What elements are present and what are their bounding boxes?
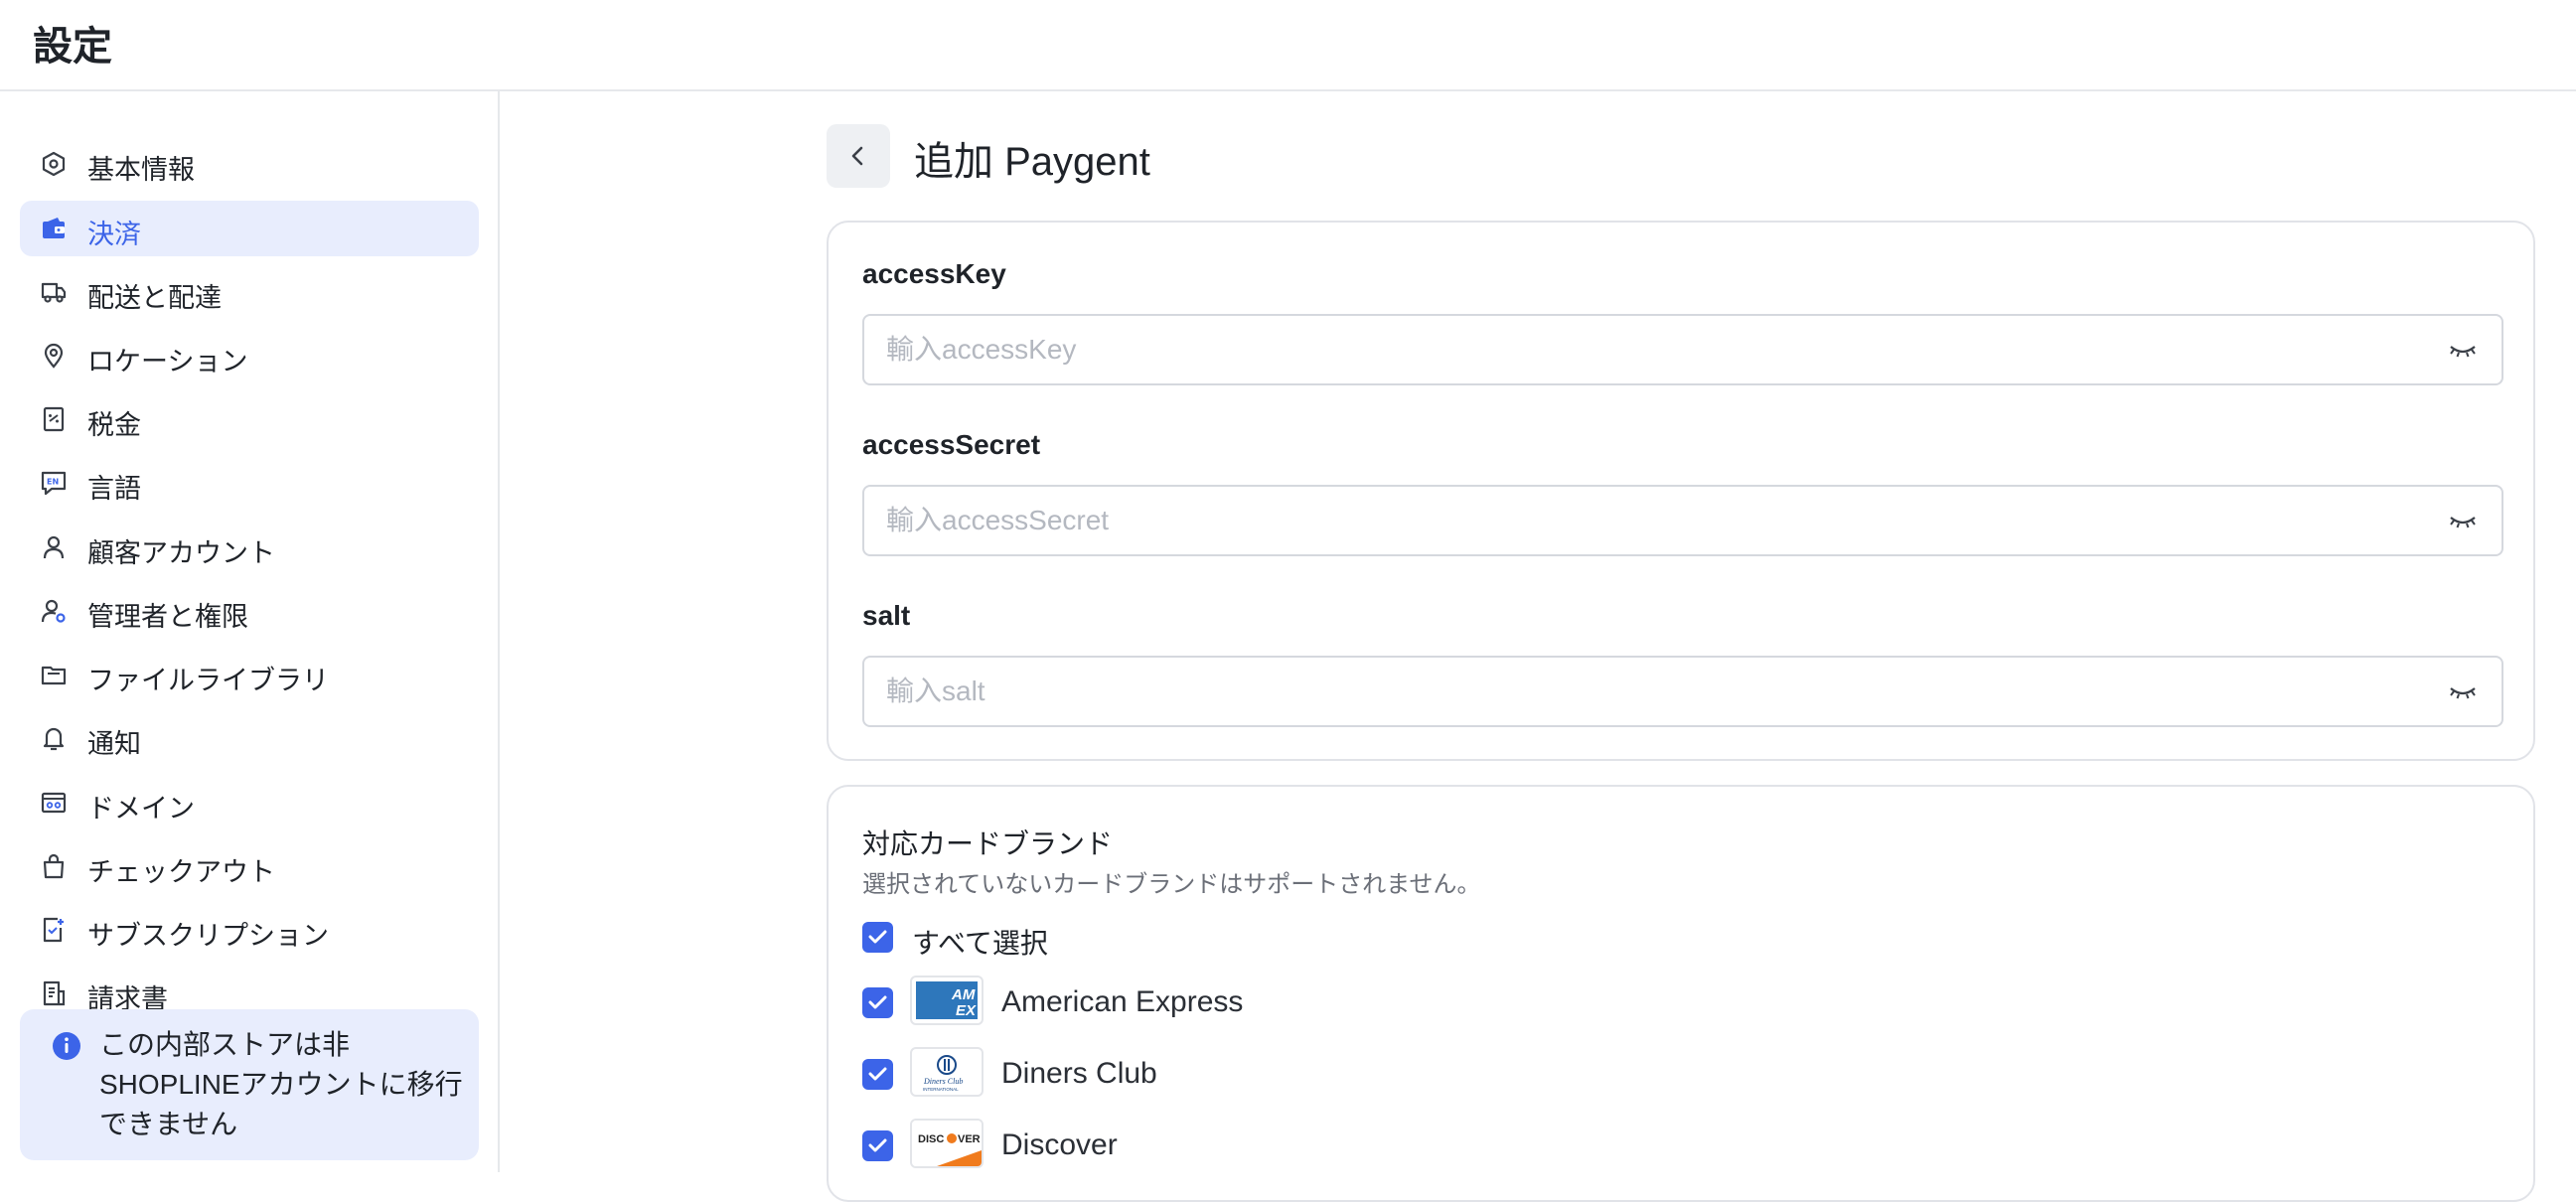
- diners-club-label: Diners Club: [1001, 1057, 1157, 1090]
- svg-text:AM: AM: [951, 986, 976, 1003]
- sidebar-item-checkout[interactable]: チェックアウト: [20, 838, 479, 894]
- card-brands-title: 対応カードブランド: [862, 828, 1114, 859]
- sidebar-item-languages[interactable]: EN 言語: [20, 455, 479, 511]
- card-brands-subtitle: 選択されていないカードブランドはサポートされません。: [862, 871, 1481, 898]
- access-secret-label: accessSecret: [862, 429, 1041, 460]
- chevron-left-icon: [851, 146, 863, 166]
- page-title: 追加 Paygent: [914, 140, 1150, 184]
- sidebar-item-shipping[interactable]: 配送と配達: [20, 264, 479, 320]
- user-icon: [43, 535, 65, 559]
- sidebar-item-label: 配送と配達: [87, 283, 222, 313]
- svg-text:VER: VER: [958, 1133, 981, 1145]
- sidebar-item-admins-permissions[interactable]: 管理者と権限: [20, 583, 479, 639]
- wallet-icon: [43, 218, 65, 238]
- sidebar-item-label: ドメイン: [87, 794, 195, 824]
- sidebar-item-locations[interactable]: ロケーション: [20, 328, 479, 383]
- select-all-checkbox[interactable]: [862, 922, 893, 953]
- settings-sidebar: 基本情報 決済 配送と配達 ロケーション 税金 EN 言語 顧客アカウント 管理…: [0, 91, 500, 1172]
- sidebar-item-label: 基本情報: [87, 155, 195, 185]
- salt-label: salt: [862, 600, 911, 631]
- select-all-label: すべて選択: [912, 928, 1048, 959]
- svg-text:EX: EX: [956, 1002, 977, 1019]
- language-icon: EN: [41, 471, 67, 496]
- sidebar-item-label: チェックアウト: [87, 857, 275, 887]
- hexagon-icon: [42, 151, 66, 177]
- sidebar-item-label: ロケーション: [87, 347, 248, 376]
- salt-input[interactable]: [886, 672, 2416, 711]
- access-secret-field: [862, 485, 2503, 556]
- folder-icon: [41, 666, 67, 685]
- invoice-icon: [43, 980, 66, 1006]
- amex-label: American Express: [1001, 985, 1244, 1018]
- discover-checkbox[interactable]: [862, 1130, 893, 1161]
- sidebar-item-taxes[interactable]: 税金: [20, 391, 479, 447]
- checkmark-icon: [868, 930, 887, 944]
- amex-logo: AM EX: [910, 976, 984, 1025]
- page-header-title: 設定: [33, 25, 112, 69]
- sidebar-item-file-library[interactable]: ファイルライブラリ: [20, 647, 479, 702]
- amex-checkbox[interactable]: [862, 987, 893, 1018]
- svg-text:Diners Club: Diners Club: [923, 1077, 963, 1086]
- eye-closed-icon[interactable]: [2448, 338, 2478, 364]
- svg-text:DISC: DISC: [918, 1133, 944, 1145]
- checkmark-icon: [868, 995, 887, 1009]
- sidebar-item-label: 管理者と権限: [87, 602, 248, 632]
- sidebar-item-label: サブスクリプション: [87, 921, 329, 951]
- sidebar-item-label: 通知: [87, 729, 141, 759]
- svg-text:INTERNATIONAL: INTERNATIONAL: [923, 1087, 959, 1092]
- truck-icon: [41, 282, 67, 303]
- tax-receipt-icon: [43, 406, 65, 432]
- user-permission-icon: [41, 599, 66, 623]
- eye-closed-icon[interactable]: [2448, 509, 2478, 534]
- access-key-input[interactable]: [886, 330, 2416, 370]
- sidebar-item-domains[interactable]: ドメイン: [20, 775, 479, 830]
- header-bar: 設定: [0, 0, 2576, 91]
- sidebar-item-customer-accounts[interactable]: 顧客アカウント: [20, 520, 479, 575]
- discover-label: Discover: [1001, 1128, 1118, 1161]
- location-pin-icon: [44, 343, 64, 369]
- subscription-icon: [43, 917, 64, 943]
- sidebar-item-label: 顧客アカウント: [87, 538, 275, 568]
- sidebar-item-label: 決済: [87, 220, 141, 249]
- diners-club-logo: Diners Club INTERNATIONAL: [910, 1047, 984, 1097]
- info-icon: [53, 1032, 80, 1060]
- domain-icon: [41, 792, 67, 814]
- sidebar-item-payments[interactable]: 決済: [20, 201, 479, 256]
- sidebar-item-label: ファイルライブラリ: [87, 666, 329, 695]
- access-secret-input[interactable]: [886, 501, 2416, 540]
- migration-notice: この内部ストアは非SHOPLINEアカウントに移行できません: [20, 1009, 479, 1160]
- checkmark-icon: [868, 1067, 887, 1081]
- back-button[interactable]: [827, 124, 890, 188]
- sidebar-item-label: 税金: [87, 410, 141, 440]
- access-key-label: accessKey: [862, 258, 1006, 289]
- notice-text: この内部ストアは非SHOPLINEアカウントに移行できません: [99, 1029, 463, 1139]
- discover-logo: DISC VER: [910, 1119, 984, 1168]
- diners-checkbox[interactable]: [862, 1059, 893, 1090]
- sidebar-item-label: 言語: [87, 474, 141, 504]
- svg-text:EN: EN: [47, 478, 59, 487]
- checkmark-icon: [868, 1138, 887, 1152]
- sidebar-item-notifications[interactable]: 通知: [20, 710, 479, 766]
- bell-icon: [43, 727, 65, 751]
- credentials-card: accessKey accessSecret salt: [827, 221, 2535, 761]
- sidebar-item-basic-info[interactable]: 基本情報: [20, 136, 479, 192]
- eye-closed-icon[interactable]: [2448, 679, 2478, 705]
- salt-field: [862, 656, 2503, 727]
- access-key-field: [862, 314, 2503, 385]
- shopping-bag-icon: [43, 853, 65, 879]
- card-brands-card: 対応カードブランド 選択されていないカードブランドはサポートされません。 すべて…: [827, 785, 2535, 1202]
- sidebar-item-subscriptions[interactable]: サブスクリプション: [20, 902, 479, 958]
